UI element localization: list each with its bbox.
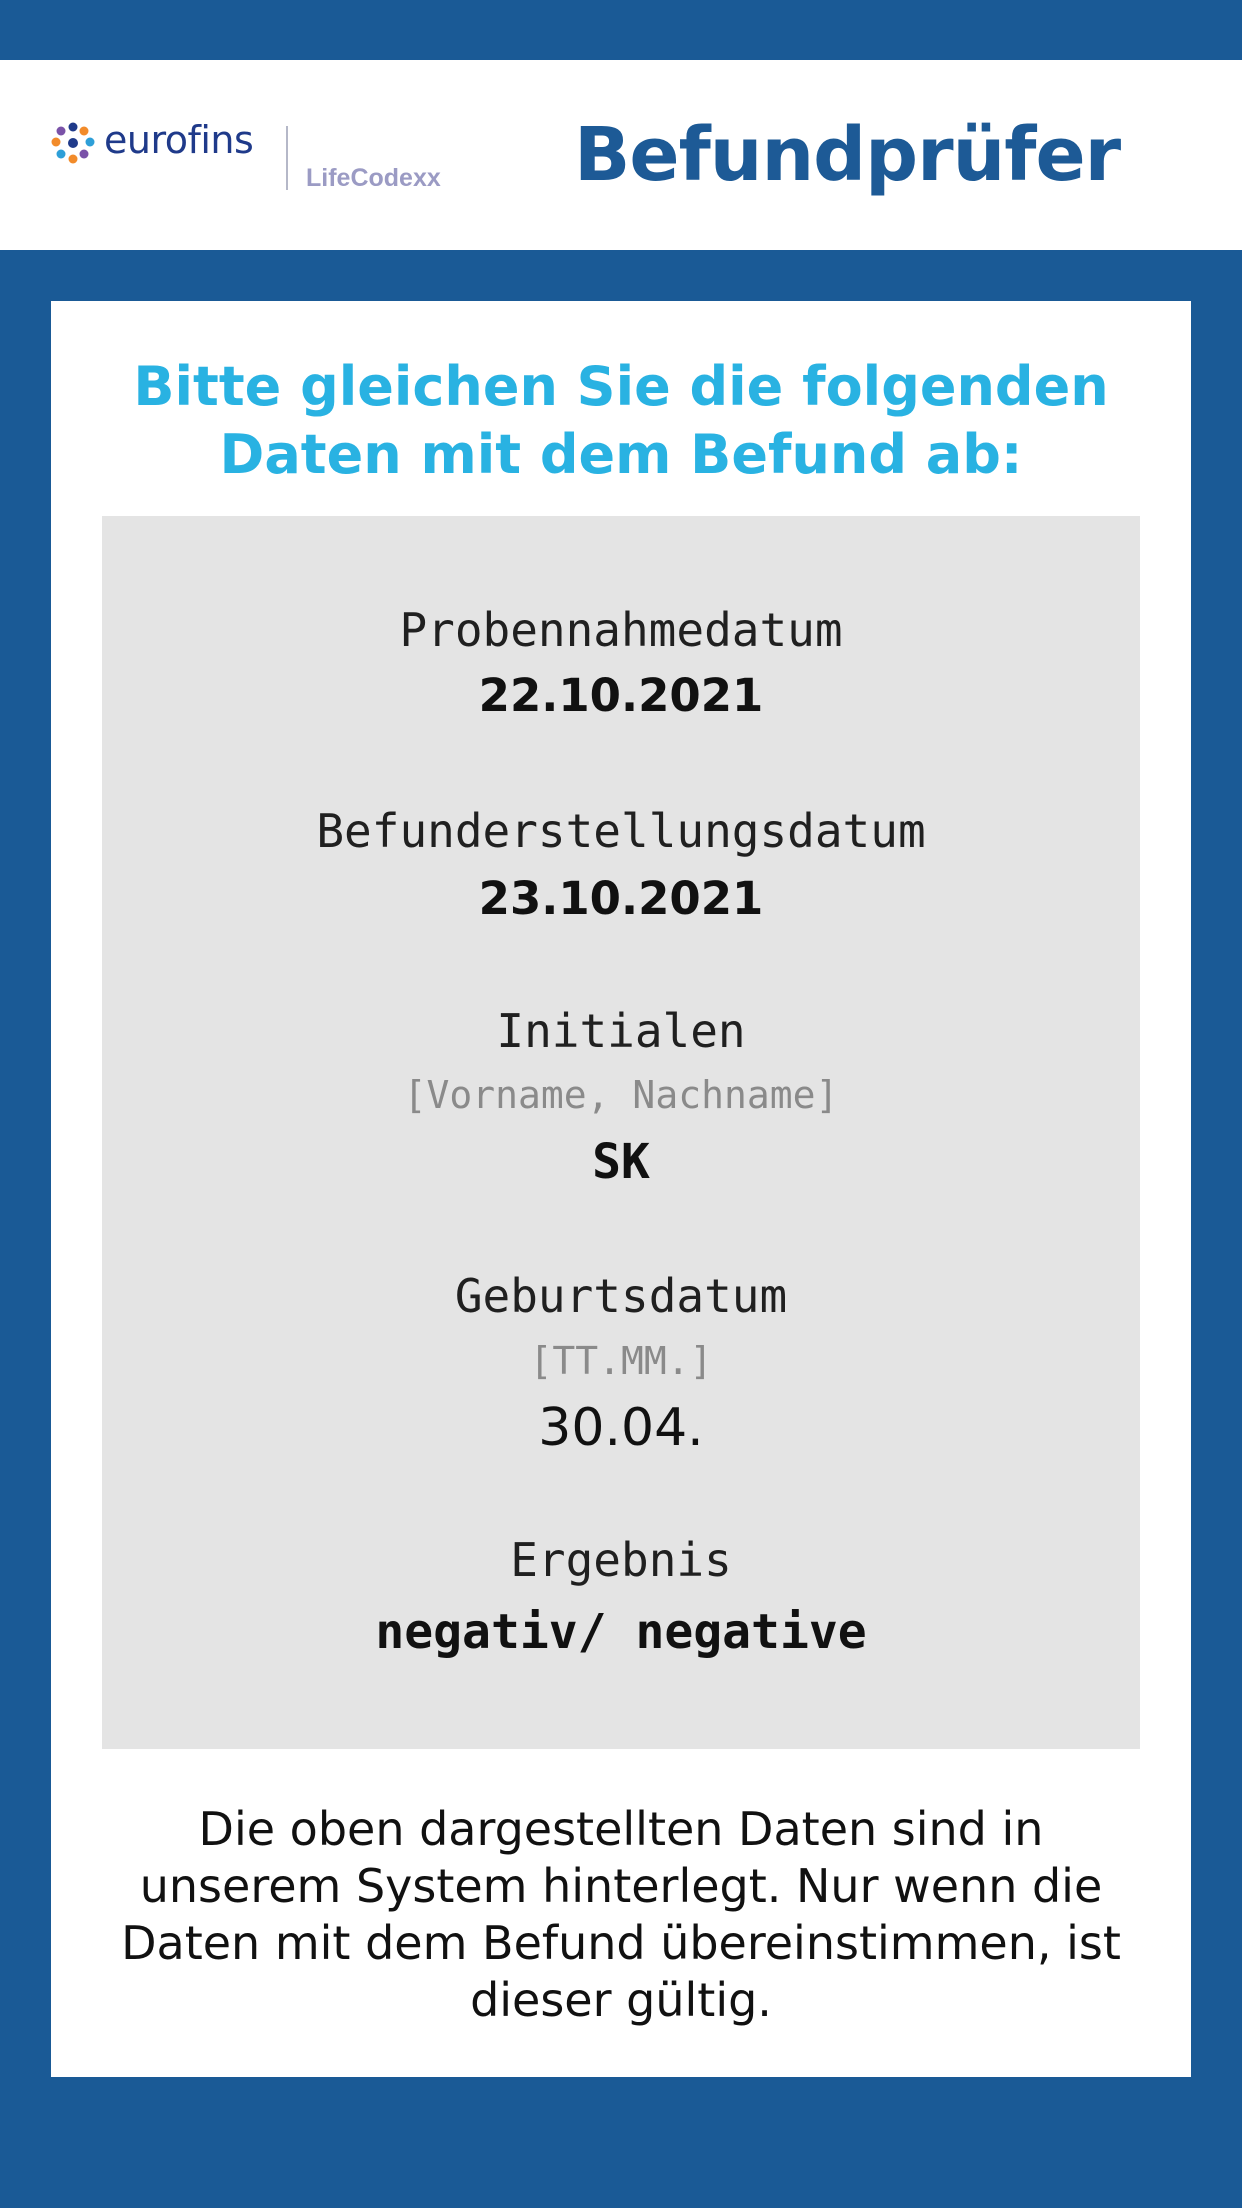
eurofins-dots-icon [51,122,95,164]
result-label: Ergebnis [510,1533,732,1587]
report-date-label: Befunderstellungsdatum [316,804,926,858]
sample-date-value: 22.10.2021 [478,669,764,722]
logo-subbrand: LifeCodexx [306,164,441,192]
note-line: Daten mit dem Befund übereinstimmen, ist [121,1916,1121,1970]
birthdate-label: Geburtsdatum [454,1269,788,1323]
initials-value: SK [592,1134,650,1190]
note-line: dieser gültig. [470,1973,772,2027]
data-panel: Probennahmedatum 22.10.2021 Befunderstel… [102,516,1140,1749]
birthdate-value: 30.04. [538,1398,704,1458]
result-value: negativ/ negative [375,1604,867,1660]
eurofins-logo: eurofins LifeCodexx [50,116,450,196]
note-line: unserem System hinterlegt. Nur wenn die [139,1859,1103,1913]
instruction-heading: Bitte gleichen Sie die folgenden Daten m… [51,353,1191,489]
logo-wordmark: eurofins [104,118,254,162]
instruction-line: Bitte gleichen Sie die folgenden [133,355,1109,418]
note-line: Die oben dargestellten Daten sind in [198,1802,1044,1856]
sample-date-label: Probennahmedatum [399,603,843,657]
validity-note: Die oben dargestellten Daten sind in uns… [91,1801,1151,2029]
initials-label: Initialen [496,1004,746,1058]
instruction-line: Daten mit dem Befund ab: [219,423,1023,486]
birthdate-hint: [TT.MM.] [529,1339,713,1383]
report-date-value: 23.10.2021 [478,872,764,925]
initials-hint: [Vorname, Nachname] [403,1073,839,1117]
page-title: Befundprüfer [574,112,1121,198]
verification-card: Bitte gleichen Sie die folgenden Daten m… [51,301,1191,2077]
app-header: eurofins LifeCodexx Befundprüfer [0,60,1242,250]
logo-divider [286,126,288,190]
